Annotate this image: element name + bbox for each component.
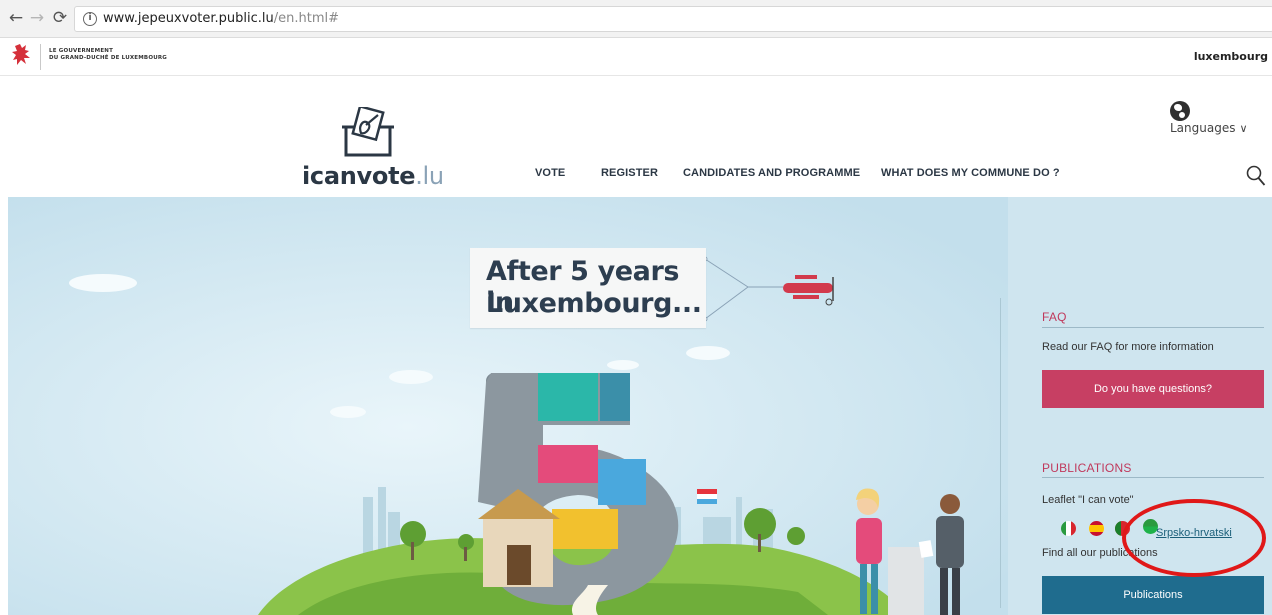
faq-rule [1042, 327, 1264, 328]
back-arrow-icon[interactable]: ← [6, 8, 26, 28]
gov-line-1: LE GOUVERNEMENT [49, 48, 114, 54]
search-icon[interactable] [1246, 165, 1266, 187]
address-bar[interactable]: i www.jepeuxvoter.public.lu/en.html# [74, 6, 1272, 32]
languages-label: Languages [1170, 121, 1236, 135]
logo-name: icanvote [302, 162, 416, 190]
do-you-have-questions-button[interactable]: Do you have questions? [1042, 370, 1264, 408]
faq-title: FAQ [1042, 310, 1067, 324]
url-host: www.jepeuxvoter.public.lu [103, 11, 274, 26]
language-switcher[interactable]: Languages ∨ [1170, 101, 1272, 135]
nav-what-does-my-commune-do[interactable]: WHAT DOES MY COMMUNE DO ? [881, 167, 1060, 179]
luxembourg-portal-link[interactable]: luxembourg [1194, 50, 1268, 63]
forward-arrow-icon[interactable]: → [27, 8, 47, 28]
globe-icon [1170, 101, 1190, 121]
italian-flag-icon[interactable] [1061, 521, 1076, 536]
chevron-down-icon: ∨ [1239, 122, 1248, 135]
site-header: Languages ∨ icanvote.lu VOTE REGISTER CAN… [0, 77, 1272, 197]
nav-register[interactable]: REGISTER [601, 167, 658, 179]
headline-board: After 5 years in Luxembourg... [470, 248, 706, 328]
government-banner: LE GOUVERNEMENT DU GRAND-DUCHÉ DE LUXEMB… [0, 38, 1272, 76]
logo-text: icanvote.lu [302, 162, 444, 190]
gov-line-2: DU GRAND-DUCHÉ DE LUXEMBOURG [49, 55, 168, 61]
leaflet-text: Leaflet "I can vote" [1042, 494, 1134, 506]
info-icon[interactable]: i [83, 12, 97, 26]
nav-vote[interactable]: VOTE [535, 167, 565, 179]
headline-line-2: Luxembourg... [486, 288, 702, 319]
browser-toolbar: ← → ⟳ i www.jepeuxvoter.public.lu/en.htm… [0, 0, 1272, 38]
reload-icon[interactable]: ⟳ [50, 8, 70, 28]
annotation-circle [1122, 499, 1266, 577]
publications-title: PUBLICATIONS [1042, 461, 1132, 475]
logo-tld: .lu [415, 162, 444, 190]
url-path: /en.html# [273, 11, 340, 26]
ballot-box-icon [342, 107, 394, 157]
government-name[interactable]: LE GOUVERNEMENT DU GRAND-DUCHÉ DE LUXEMB… [49, 48, 167, 62]
divider [40, 44, 41, 70]
luxembourg-lion-icon[interactable] [11, 43, 33, 69]
site-logo[interactable]: icanvote.lu [302, 102, 452, 190]
faq-text: Read our FAQ for more information [1042, 341, 1214, 353]
spanish-flag-icon[interactable] [1089, 521, 1104, 536]
publications-button[interactable]: Publications [1042, 576, 1264, 614]
publications-rule [1042, 477, 1264, 478]
nav-candidates-and-programme[interactable]: CANDIDATES AND PROGRAMME [683, 167, 860, 179]
sidebar-divider [1000, 298, 1001, 608]
